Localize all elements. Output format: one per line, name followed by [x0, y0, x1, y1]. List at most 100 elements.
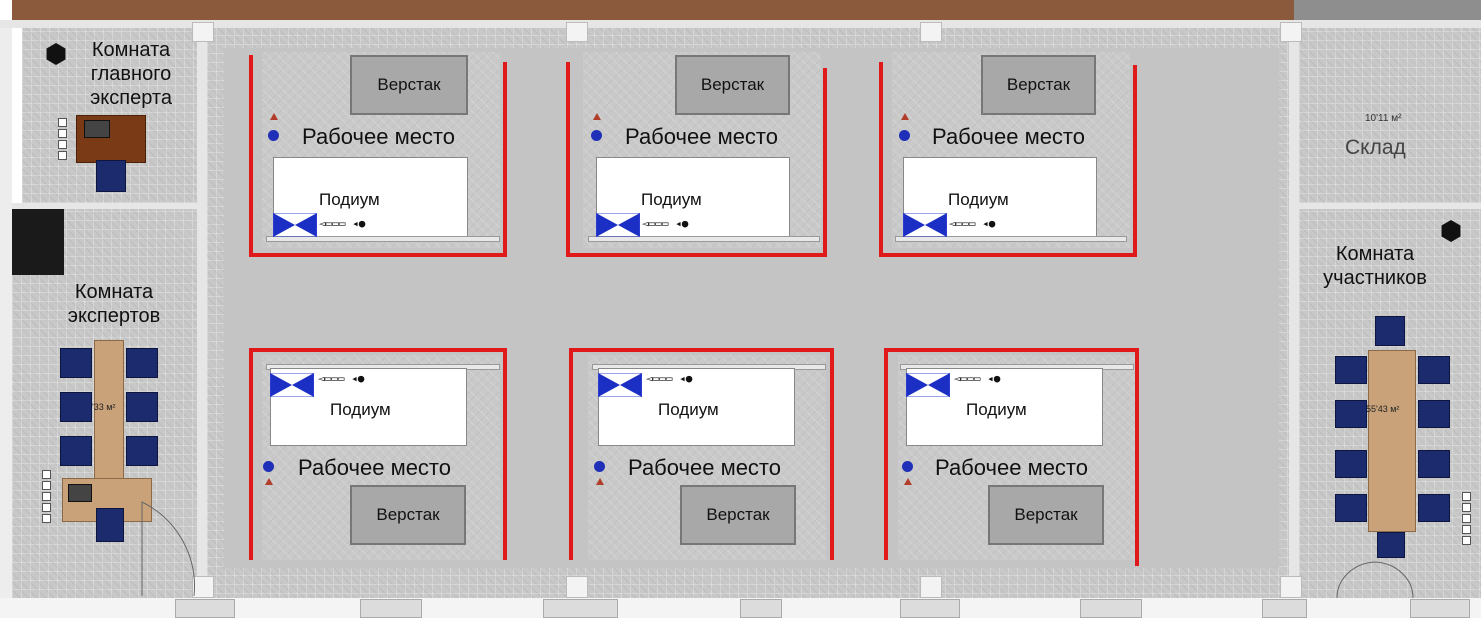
work-place-label: Рабочее место	[932, 124, 1086, 149]
power-strip-icon: ◅▭▭▭ ◂●	[646, 372, 693, 385]
work-place-label: Рабочее место	[625, 124, 779, 149]
chair	[126, 348, 158, 378]
top-wall-gray	[1294, 0, 1481, 20]
workbench-label: Верстак	[1006, 75, 1071, 94]
workbench-label: Верстак	[706, 505, 770, 524]
chair	[1335, 356, 1367, 384]
chair	[126, 392, 158, 422]
wall-hall-left	[197, 28, 207, 603]
chair	[1375, 316, 1405, 346]
window	[175, 599, 235, 618]
computer-icon	[84, 120, 110, 138]
door-swing-icon	[1336, 561, 1414, 599]
door-swing-icon	[141, 501, 195, 597]
machine-icon	[903, 213, 947, 237]
storage-title: Склад	[1345, 136, 1406, 159]
chief-expert-room-title: Комната главного эксперта	[66, 38, 196, 110]
room-title-line: экспертов	[67, 305, 161, 327]
boundary-top	[249, 348, 507, 352]
participants-table-label: 55'43 м²	[1366, 404, 1400, 414]
workbench-label: Верстак	[700, 75, 765, 94]
outlet-dots	[58, 118, 67, 160]
room-title-line: участников	[1323, 267, 1427, 289]
marker-red	[270, 113, 278, 120]
wall-hall-right	[1289, 28, 1299, 603]
outer-wall-top	[0, 20, 1481, 28]
chair	[126, 436, 158, 466]
podium-label: Подиум	[658, 400, 719, 419]
marker-blue	[902, 461, 913, 472]
computer-icon	[68, 484, 92, 502]
workbench-label: Верстак	[377, 75, 441, 94]
participants-table	[1368, 350, 1416, 532]
workbench-label: Верстак	[376, 505, 440, 524]
chair	[1418, 400, 1450, 428]
room-title-line: главного	[90, 63, 172, 85]
room-title-line: Комната	[91, 39, 171, 61]
power-strip-icon: ◅▭▭▭ ◂●	[318, 372, 365, 385]
power-strip-icon: ◅▭▭▭ ◂●	[954, 372, 1001, 385]
machine-icon	[270, 373, 314, 397]
chair	[1377, 532, 1405, 558]
marker-blue	[899, 130, 910, 141]
workbench: Верстак	[350, 485, 466, 545]
window	[1080, 599, 1142, 618]
marker-red	[901, 113, 909, 120]
window	[1262, 599, 1307, 618]
boundary-bottom	[879, 253, 1137, 257]
outlet-dots	[42, 470, 51, 523]
power-strip-icon: ◅▭▭▭ ◂●	[642, 217, 689, 230]
chair	[1418, 450, 1450, 478]
room-title-line: эксперта	[90, 87, 172, 109]
window	[740, 599, 782, 618]
marker-red	[593, 113, 601, 120]
outlet-dots	[1462, 492, 1471, 545]
podium-label: Подиум	[319, 190, 380, 209]
machine-icon	[598, 373, 642, 397]
boundary-left	[569, 348, 573, 560]
workbench: Верстак	[680, 485, 796, 545]
chair	[96, 508, 124, 542]
marker-blue	[591, 130, 602, 141]
pillar	[566, 22, 588, 42]
boundary-left	[249, 348, 253, 560]
power-strip-icon: ◅▭▭▭ ◂●	[319, 217, 366, 230]
marker-blue	[594, 461, 605, 472]
boundary-right	[503, 62, 507, 255]
marker-red	[265, 478, 273, 485]
boundary-right	[503, 348, 507, 560]
window	[900, 599, 960, 618]
boundary-top	[884, 348, 1139, 352]
work-place-label: Рабочее место	[302, 124, 456, 149]
workbench: Верстак	[350, 55, 468, 115]
participants-room-title: Комната участников	[1302, 242, 1448, 290]
boundary-right	[823, 68, 827, 255]
podium-label: Подиум	[330, 400, 391, 419]
room-title-line: Комната	[1335, 243, 1415, 265]
chair	[1335, 494, 1367, 522]
wall-left-outer	[0, 28, 12, 603]
chair	[60, 392, 92, 422]
top-wall-strip	[12, 0, 1294, 20]
boundary-left	[884, 348, 888, 560]
boundary-right	[830, 348, 834, 560]
work-place-label: Рабочее место	[935, 455, 1089, 480]
boundary-top	[569, 348, 834, 352]
marker-red	[904, 478, 912, 485]
boundary-left	[249, 55, 253, 255]
boundary-bottom	[566, 253, 827, 257]
work-place-label: Рабочее место	[298, 455, 452, 480]
chair	[1335, 450, 1367, 478]
podium-label: Подиум	[641, 190, 702, 209]
pillar	[920, 576, 942, 598]
marker-blue	[263, 461, 274, 472]
boundary-bottom	[249, 253, 507, 257]
podium-label: Подиум	[966, 400, 1027, 419]
chair	[1418, 494, 1450, 522]
pillar	[1280, 576, 1302, 598]
power-strip-icon: ◅▭▭▭ ◂●	[949, 217, 996, 230]
chair	[1418, 356, 1450, 384]
pillar	[920, 22, 942, 42]
workbench: Верстак	[988, 485, 1104, 545]
marker-red	[596, 478, 604, 485]
